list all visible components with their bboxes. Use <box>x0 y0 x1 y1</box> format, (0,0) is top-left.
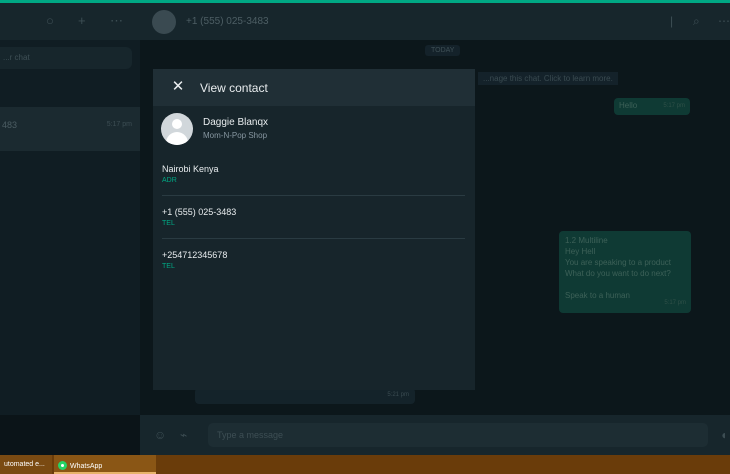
chat-list-item-title: 483 <box>2 120 18 130</box>
divider <box>162 195 465 196</box>
contact-summary: Daggie Blanqx Mom-N-Pop Shop <box>161 113 461 147</box>
mic-icon[interactable]: ◖ <box>720 428 727 442</box>
system-note[interactable]: ...nage this chat. Click to learn more. <box>478 72 618 85</box>
phone-field[interactable]: +254712345678 TEL <box>162 250 465 270</box>
search-input[interactable]: ...r chat <box>0 47 132 69</box>
chat-list-item-time: 5:17 pm <box>106 121 132 128</box>
incoming-message[interactable]: 5:21 pm <box>195 388 415 404</box>
chat-title[interactable]: +1 (555) 025-3483 <box>186 16 269 27</box>
field-value: +254712345678 <box>162 250 228 260</box>
outgoing-message[interactable]: Hello 5:17 pm <box>614 98 690 115</box>
message-text: Hello <box>619 101 638 110</box>
divider <box>162 238 465 239</box>
view-contact-dialog: ✕ View contact Daggie Blanqx Mom-N-Pop S… <box>153 69 475 390</box>
outgoing-list-message[interactable]: 1.2 Multiline Hey Hell You are speaking … <box>559 231 691 313</box>
chat-header: +1 (555) 025-3483 | ⌕ ⋯ <box>140 3 730 40</box>
message-line: You are speaking to a product <box>565 258 672 267</box>
sidebar-header: ○ + ⋯ <box>0 3 140 40</box>
divider-icon: | <box>670 14 674 28</box>
new-chat-icon[interactable]: + <box>78 14 86 27</box>
attach-icon[interactable]: ⌁ <box>180 428 187 442</box>
date-chip: TODAY <box>425 45 461 56</box>
search-icon[interactable]: ⌕ <box>693 14 700 29</box>
contact-name: Daggie Blanqx <box>203 117 269 128</box>
message-time: 5:17 pm <box>663 103 685 109</box>
menu-icon[interactable]: ⋯ <box>110 14 123 27</box>
taskbar-item-whatsapp[interactable]: WhatsApp <box>54 455 156 474</box>
chat-list-item[interactable]: 483 5:17 pm <box>0 107 140 151</box>
message-input[interactable]: Type a message <box>208 423 708 447</box>
emoji-icon[interactable]: ☺ <box>154 428 166 442</box>
message-line: Hey Hell <box>565 247 596 256</box>
address-field: Nairobi Kenya ADR <box>162 164 465 184</box>
status-icon[interactable]: ○ <box>46 14 54 27</box>
field-value: +1 (555) 025-3483 <box>162 207 237 217</box>
field-label: TEL <box>162 220 175 227</box>
more-options-icon[interactable]: ⋯ <box>718 14 730 28</box>
field-label: ADR <box>162 177 177 184</box>
phone-field[interactable]: +1 (555) 025-3483 TEL <box>162 207 465 227</box>
field-label: TEL <box>162 263 175 270</box>
chat-avatar[interactable] <box>152 10 176 34</box>
avatar <box>161 113 193 145</box>
close-icon[interactable]: ✕ <box>171 79 185 94</box>
message-time: 5:21 pm <box>387 392 409 398</box>
taskbar-item-label: WhatsApp <box>70 463 103 470</box>
dialog-title: View contact <box>200 81 268 95</box>
message-line: What do you want to do next? <box>565 269 671 278</box>
message-time: 5:17 pm <box>664 300 686 306</box>
contact-organization: Mom-N-Pop Shop <box>203 131 268 140</box>
dialog-header: ✕ View contact <box>153 69 475 106</box>
whatsapp-icon <box>58 461 67 470</box>
chat-list-sidebar: ○ + ⋯ ...r chat 483 5:17 pm <box>0 3 140 415</box>
message-line: 1.2 Multiline <box>565 236 608 245</box>
taskbar: utomated e... WhatsApp <box>0 455 730 474</box>
taskbar-item-automated[interactable]: utomated e... <box>0 455 52 474</box>
message-composer: ☺ ⌁ Type a message ◖ <box>140 415 730 455</box>
field-value: Nairobi Kenya <box>162 164 219 174</box>
